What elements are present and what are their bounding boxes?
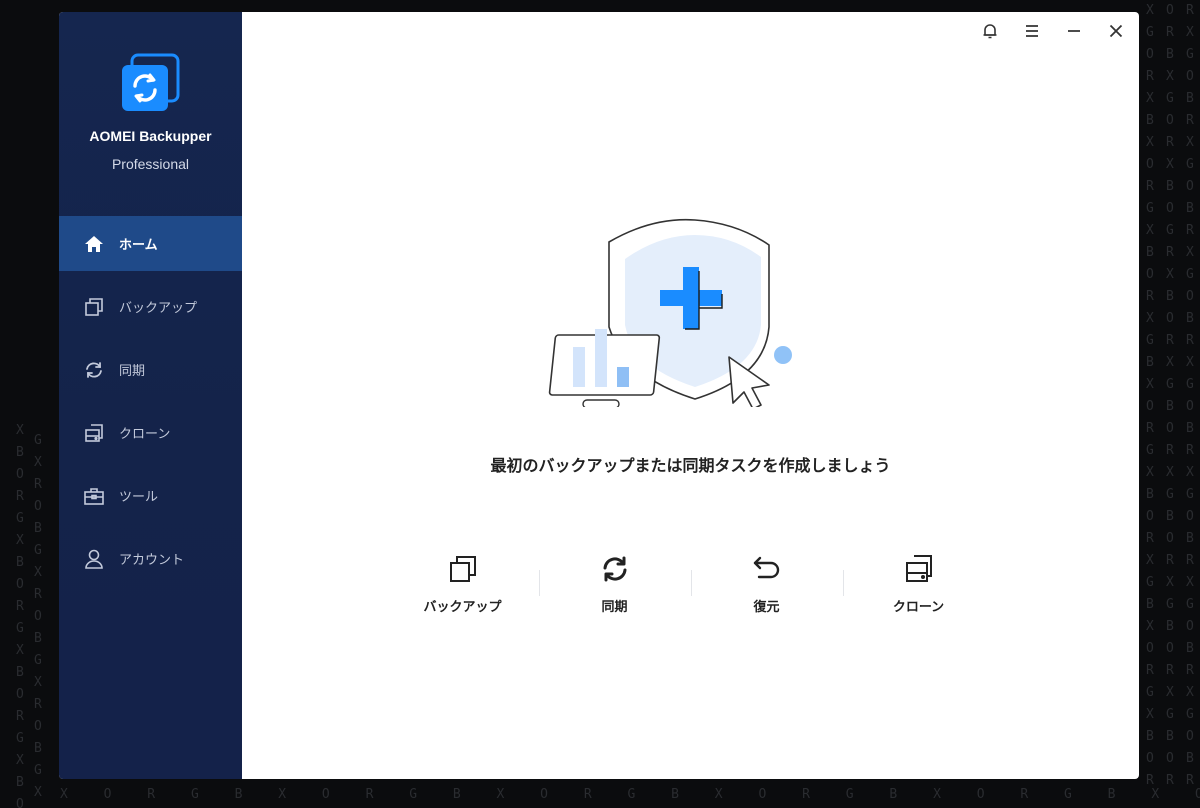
clone-icon (83, 422, 105, 444)
app-name: AOMEI Backupper (89, 128, 212, 144)
quick-actions: バックアップ 同期 復元 クローン (242, 552, 1139, 622)
sidebar-item-sync[interactable]: 同期 (59, 342, 242, 397)
sidebar-item-label: アカウント (119, 553, 185, 568)
account-icon (83, 548, 105, 570)
close-button[interactable] (1105, 22, 1127, 44)
close-icon (1107, 22, 1125, 44)
sidebar-nav: ホーム バックアップ 同期 クローン ツール アカウント (59, 216, 242, 594)
home-icon (83, 233, 105, 255)
sidebar-item-label: ツール (119, 490, 159, 505)
notifications-button[interactable] (979, 22, 1001, 44)
backup-icon (83, 296, 105, 318)
action-label: バックアップ (423, 600, 502, 615)
sidebar-item-label: バックアップ (119, 301, 198, 316)
welcome-headline: 最初のバックアップまたは同期タスクを作成しましょう (490, 456, 891, 475)
restore-icon (750, 552, 784, 586)
title-bar-controls (979, 22, 1127, 44)
sync-action-button[interactable]: 同期 (538, 552, 691, 622)
app-window: AOMEI Backupper Professional ホーム バックアップ … (59, 12, 1139, 779)
bell-icon (981, 22, 999, 44)
action-label: クローン (892, 600, 945, 615)
minimize-button[interactable] (1063, 22, 1085, 44)
sidebar: AOMEI Backupper Professional ホーム バックアップ … (59, 12, 242, 779)
sidebar-item-label: 同期 (119, 364, 146, 379)
menu-button[interactable] (1021, 22, 1043, 44)
app-edition: Professional (111, 156, 190, 172)
sidebar-item-home[interactable]: ホーム (59, 216, 242, 271)
sidebar-item-label: ホーム (119, 238, 158, 253)
sidebar-item-backup[interactable]: バックアップ (59, 279, 242, 334)
sidebar-item-account[interactable]: アカウント (59, 531, 242, 586)
minimize-icon (1065, 22, 1083, 44)
action-label: 同期 (601, 600, 628, 615)
hero-illustration (547, 217, 797, 410)
backup-icon (446, 552, 480, 586)
restore-action-button[interactable]: 復元 (690, 552, 843, 622)
sync-icon (598, 552, 632, 586)
main-panel: 最初のバックアップまたは同期タスクを作成しましょう バックアップ 同期 復元 ク… (242, 12, 1139, 779)
toolbox-icon (83, 485, 105, 507)
app-logo-icon (120, 53, 180, 113)
sidebar-item-label: クローン (119, 427, 171, 442)
sidebar-item-clone[interactable]: クローン (59, 405, 242, 460)
backup-action-button[interactable]: バックアップ (387, 552, 539, 622)
action-label: 復元 (753, 600, 780, 615)
sidebar-item-tools[interactable]: ツール (59, 468, 242, 523)
clone-icon (902, 552, 936, 586)
menu-icon (1023, 22, 1041, 44)
sync-icon (83, 359, 105, 381)
clone-action-button[interactable]: クローン (842, 552, 995, 622)
